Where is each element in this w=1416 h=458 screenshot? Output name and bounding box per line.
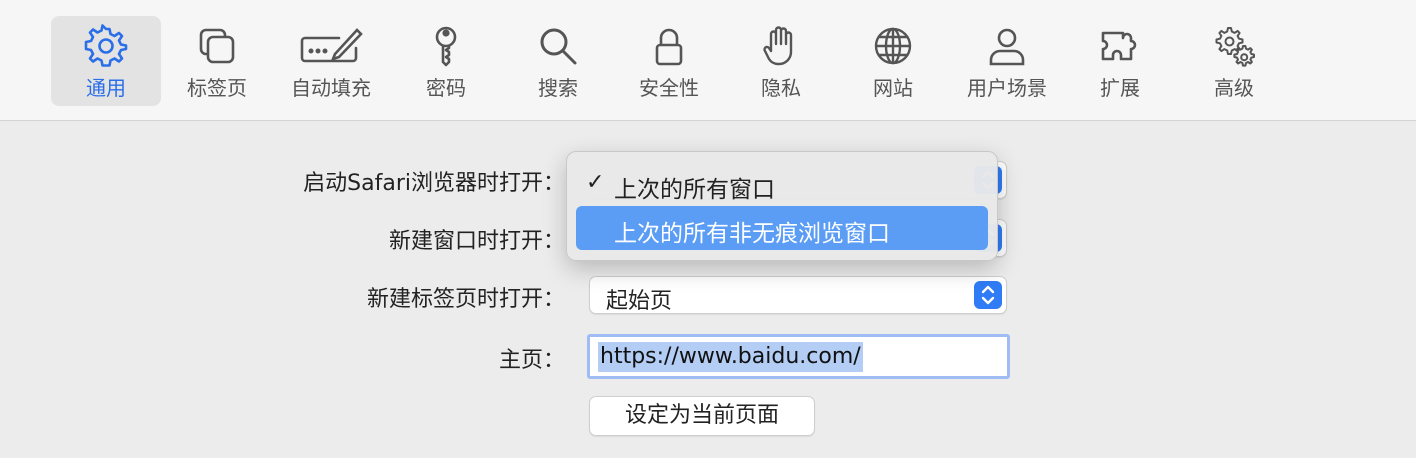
globe-icon bbox=[871, 24, 915, 68]
tab-label: 扩展 bbox=[1100, 76, 1140, 100]
tab-profiles[interactable]: 用户场景 bbox=[952, 16, 1062, 106]
new-tab-label: 新建标签页时打开： bbox=[366, 287, 565, 312]
gears-icon bbox=[1212, 24, 1256, 68]
new-tab-select[interactable]: 起始页 bbox=[589, 276, 1007, 314]
tab-search[interactable]: 搜索 bbox=[503, 16, 613, 106]
tab-label: 网站 bbox=[873, 76, 913, 100]
tab-label: 用户场景 bbox=[967, 76, 1047, 100]
launch-options-menu: ✓ 上次的所有窗口 上次的所有非无痕浏览窗口 bbox=[566, 151, 998, 261]
tab-label: 安全性 bbox=[639, 76, 699, 100]
lock-icon bbox=[647, 24, 691, 68]
tab-security[interactable]: 安全性 bbox=[614, 16, 724, 106]
tab-label: 通用 bbox=[86, 76, 126, 100]
gear-icon bbox=[84, 24, 128, 68]
tab-label: 搜索 bbox=[538, 76, 578, 100]
tab-websites[interactable]: 网站 bbox=[838, 16, 948, 106]
tab-label: 自动填充 bbox=[291, 76, 371, 100]
person-icon bbox=[985, 24, 1029, 68]
key-icon bbox=[424, 24, 468, 68]
tab-autofill[interactable]: 自动填充 bbox=[276, 16, 386, 106]
homepage-label: 主页： bbox=[498, 348, 565, 373]
tab-advanced[interactable]: 高级 bbox=[1179, 16, 1289, 106]
tab-label: 隐私 bbox=[761, 76, 801, 100]
tab-label: 高级 bbox=[1214, 76, 1254, 100]
checkmark-icon: ✓ bbox=[586, 170, 605, 195]
tabs-icon bbox=[195, 24, 239, 68]
tab-privacy[interactable]: 隐私 bbox=[726, 16, 836, 106]
menu-item-label: 上次的所有非无痕浏览窗口 bbox=[614, 221, 890, 247]
homepage-value[interactable]: https://www.baidu.com/ bbox=[598, 342, 863, 372]
set-current-page-button[interactable]: 设定为当前页面 bbox=[589, 396, 815, 436]
menu-item-non-private-windows[interactable]: 上次的所有非无痕浏览窗口 bbox=[576, 206, 988, 250]
new-window-label: 新建窗口时打开： bbox=[388, 229, 565, 254]
launch-open-label: 启动Safari浏览器时打开： bbox=[303, 171, 565, 196]
menu-item-all-windows[interactable]: ✓ 上次的所有窗口 bbox=[576, 162, 988, 206]
menu-item-label: 上次的所有窗口 bbox=[614, 177, 775, 203]
tab-label: 密码 bbox=[426, 76, 466, 100]
tab-extensions[interactable]: 扩展 bbox=[1065, 16, 1175, 106]
tab-general[interactable]: 通用 bbox=[51, 16, 161, 106]
tab-passwords[interactable]: 密码 bbox=[391, 16, 501, 106]
pencil-field-icon bbox=[299, 24, 363, 68]
tab-tabs[interactable]: 标签页 bbox=[162, 16, 272, 106]
new-tab-value: 起始页 bbox=[606, 289, 673, 314]
search-icon bbox=[536, 24, 580, 68]
hand-icon bbox=[759, 24, 803, 68]
homepage-field[interactable]: https://www.baidu.com/ bbox=[587, 334, 1010, 379]
preferences-toolbar: 通用 标签页 自动填充 密码 搜索 安全性 隐私 网站 用户场景 扩展 高级 bbox=[0, 0, 1416, 121]
tab-label: 标签页 bbox=[187, 76, 247, 100]
puzzle-icon bbox=[1098, 24, 1142, 68]
chevron-updown-icon bbox=[974, 281, 1002, 309]
